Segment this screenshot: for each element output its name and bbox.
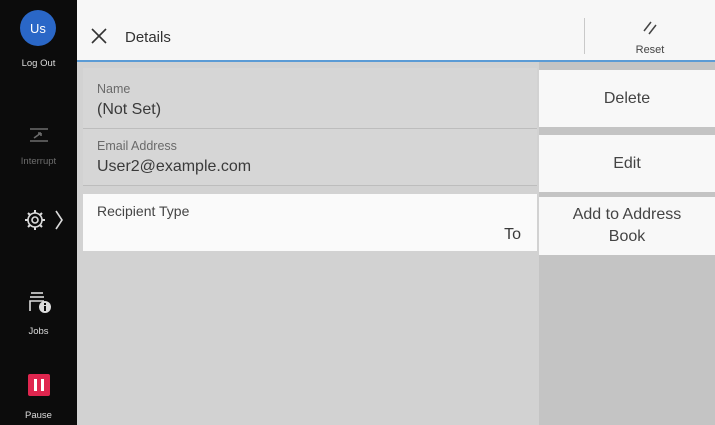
reset-button[interactable]: Reset	[585, 10, 715, 60]
settings-gear-icon[interactable]	[22, 207, 66, 233]
reset-label: Reset	[635, 44, 665, 56]
pause-button[interactable]	[28, 374, 50, 396]
details-panel: Name (Not Set) Email Address User2@examp…	[77, 62, 539, 425]
avatar[interactable]: Us	[20, 10, 56, 46]
jobs-icon[interactable]	[27, 289, 53, 315]
pause-icon-bar-right	[41, 379, 44, 391]
recipient-type-value: To	[504, 226, 521, 243]
email-field: Email Address User2@example.com	[83, 129, 537, 185]
recipient-type-label: Recipient Type	[97, 203, 190, 219]
email-label: Email Address	[97, 139, 177, 153]
pause-label[interactable]: Pause	[0, 410, 77, 421]
email-value: User2@example.com	[97, 158, 252, 175]
recipient-type-field[interactable]: Recipient Type To	[83, 194, 537, 251]
interrupt-label[interactable]: Interrupt	[0, 156, 77, 167]
actions-panel: Delete Edit Add to Address Book	[539, 62, 715, 425]
reset-icon	[643, 21, 657, 35]
close-icon[interactable]	[89, 26, 109, 46]
name-label: Name	[97, 82, 131, 96]
jobs-label[interactable]: Jobs	[0, 326, 77, 337]
divider	[83, 185, 537, 186]
page-title: Details	[125, 29, 171, 46]
name-field: Name (Not Set)	[83, 68, 537, 128]
delete-button[interactable]: Delete	[539, 70, 715, 127]
avatar-text: Us	[30, 20, 46, 36]
interrupt-icon	[30, 128, 48, 142]
logout-label[interactable]: Log Out	[0, 58, 77, 69]
sidebar: Us Log Out Interrupt Jobs Pause	[0, 0, 77, 425]
edit-button[interactable]: Edit	[539, 135, 715, 192]
pause-icon-bar-left	[34, 379, 37, 391]
add-to-address-book-button[interactable]: Add to Address Book	[539, 197, 715, 255]
header-bar: Details Reset	[77, 0, 715, 62]
name-value: (Not Set)	[97, 101, 162, 118]
